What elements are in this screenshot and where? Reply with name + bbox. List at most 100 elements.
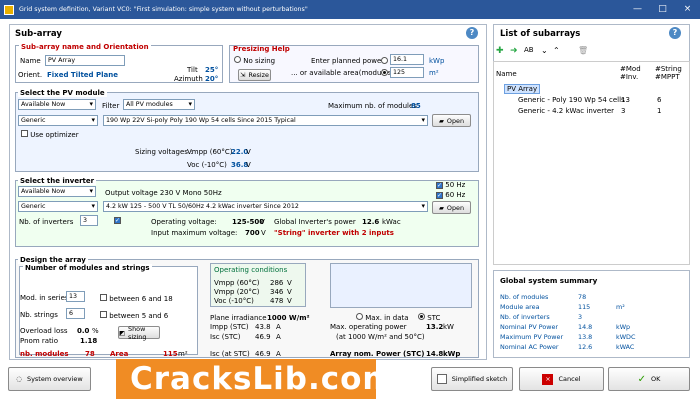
sketch-icon	[436, 374, 447, 384]
inverter-count-checkbox[interactable]: ✓	[114, 217, 121, 224]
presizing-title: Presizing Help	[233, 45, 290, 53]
no-sizing-radio[interactable]: No sizing	[234, 56, 275, 65]
max-data-radio[interactable]: Max. in data	[356, 313, 409, 322]
isc-at-stc-value: 46.9	[255, 350, 271, 358]
inverter-open-button[interactable]: ▰ Open	[432, 201, 471, 214]
list-row-inverter[interactable]: Generic - 4.2 kWac inverter	[518, 107, 614, 115]
vmpp20-value: 346	[270, 288, 284, 296]
sizing-icon: ◩	[119, 328, 126, 337]
list-string-header: #String #MPPT	[655, 65, 682, 81]
list-row-mppt-count: 1	[657, 107, 662, 115]
orient-value: Fixed Tilted Plane	[47, 71, 118, 79]
maximize-button[interactable]: □	[650, 0, 675, 19]
ok-check-icon: ✓	[637, 373, 646, 385]
available-area-radio[interactable]	[381, 69, 388, 76]
operating-power-condition: (at 1000 W/m² and 50°C)	[336, 333, 425, 341]
summary-unit: kWDC	[616, 333, 636, 341]
input-max-voltage-label: Input maximum voltage:	[151, 229, 238, 237]
isc-label: Isc (STC)	[210, 333, 241, 341]
max-operating-power-unit: kW	[443, 323, 454, 331]
available-area-unit: m²	[429, 69, 439, 77]
isc-at-stc-unit: A	[276, 350, 281, 358]
move-down-icon[interactable]: ⌄	[541, 46, 548, 55]
list-row-pv-string-count: 6	[657, 96, 662, 104]
modules-in-series-input[interactable]: 13	[66, 291, 85, 302]
50hz-checkbox[interactable]: ✓ 50 Hz	[436, 181, 465, 189]
resize-button[interactable]: ⇲ Resize	[238, 69, 271, 81]
rename-icon[interactable]: AB	[524, 46, 534, 54]
operating-voltage-unit: V	[260, 218, 265, 226]
impp-value: 43.8	[255, 323, 271, 331]
inverter-available-select[interactable]: Available Now	[18, 186, 96, 197]
strings-input[interactable]: 6	[66, 308, 85, 319]
summary-value: 13.8	[578, 333, 593, 341]
summary-unit	[616, 312, 656, 322]
summary-unit: kWp	[616, 323, 631, 331]
pnom-ratio-value: 1.18	[80, 337, 98, 345]
impp-label: Impp (STC)	[210, 323, 249, 331]
pv-module-title: Select the PV module	[18, 89, 107, 97]
ok-button[interactable]: ✓ OK	[608, 367, 690, 391]
pnom-ratio-label: Pnom ratio	[20, 337, 59, 345]
array-nominal-power-value: 14.8	[426, 350, 444, 358]
stc-radio[interactable]: STC	[418, 313, 440, 322]
use-optimizer-checkbox[interactable]: Use optimizer	[21, 130, 79, 139]
folder-icon: ▰	[439, 203, 444, 212]
summary-unit: kWAC	[616, 343, 635, 351]
window-titlebar: Grid system definition, Variant VC0: "Fi…	[0, 0, 700, 19]
plane-irradiance-value: 1000 W/m²	[267, 314, 310, 322]
planned-power-input[interactable]: 16.1	[390, 54, 424, 65]
move-up-icon[interactable]: ⌃	[553, 46, 560, 55]
list-row-pv-module[interactable]: Generic - Poly 190 Wp 54 cells	[518, 96, 625, 104]
max-modules-label: Maximum nb. of modules	[328, 102, 417, 110]
summary-label: Module area	[500, 303, 540, 311]
summary-row: Nominal AC Power 12.6 kWAC	[500, 342, 685, 352]
inverter-count-input[interactable]: 3	[80, 215, 98, 226]
output-voltage-label: Output voltage 230 V Mono 50Hz	[105, 189, 222, 197]
list-mod-header: #Mod #Inv.	[620, 65, 641, 81]
window-title: Grid system definition, Variant VC0: "Fi…	[19, 6, 308, 13]
simplified-sketch-button[interactable]: Simplified sketch	[431, 367, 513, 391]
pv-module-select[interactable]: 190 Wp 22V Si-poly Poly 190 Wp 54 cells …	[103, 115, 428, 126]
name-input[interactable]: PV Array	[45, 55, 125, 66]
planned-power-radio[interactable]	[381, 57, 388, 64]
summary-label: Nb. of modules	[500, 293, 549, 301]
pv-filter-select[interactable]: All PV modules	[123, 99, 195, 110]
list-root-item[interactable]: PV Array	[504, 84, 541, 94]
delete-icon[interactable]: 🗑	[578, 46, 588, 55]
array-area-value: 115	[163, 350, 178, 358]
available-area-label: ... or available area(modules)	[291, 69, 395, 77]
array-area-label: Area	[110, 350, 129, 358]
show-sizing-button[interactable]: ◩ Show sizing	[118, 325, 160, 341]
inverter-model-select[interactable]: 4.2 kW 125 - 500 V TL 50/60Hz 4.2 kWac i…	[103, 201, 428, 212]
inverter-title: Select the inverter	[18, 177, 97, 185]
pv-maker-select[interactable]: Generic	[18, 115, 98, 126]
design-array-title: Design the array	[18, 256, 88, 264]
60hz-checkbox[interactable]: ✓ 60 Hz	[436, 191, 465, 199]
input-max-voltage-value: 700	[245, 229, 260, 237]
minimize-button[interactable]: —	[625, 0, 650, 19]
add-subarray-icon[interactable]: ✚	[496, 46, 504, 56]
string-inverter-note: "String" inverter with 2 inputs	[274, 229, 394, 237]
array-area-unit: m²	[178, 350, 188, 358]
copy-subarray-icon[interactable]: ➜	[510, 46, 518, 56]
voc10-unit: V	[287, 297, 292, 305]
system-overview-button[interactable]: ◌ System overview	[8, 367, 91, 391]
cancel-button[interactable]: × Cancel	[519, 367, 604, 391]
azimuth-value: 20°	[205, 75, 219, 83]
list-row-pv-mod-count: 13	[621, 96, 630, 104]
close-window-button[interactable]: ×	[675, 0, 700, 19]
pv-open-button[interactable]: ▰ Open	[432, 114, 471, 127]
help-icon[interactable]: ?	[466, 27, 478, 39]
list-name-header: Name	[496, 70, 517, 78]
list-help-icon[interactable]: ?	[669, 27, 681, 39]
pv-available-select[interactable]: Available Now	[18, 99, 96, 110]
available-area-input[interactable]: 125	[390, 67, 424, 78]
between-strings-checkbox[interactable]: between 5 and 6	[100, 311, 168, 320]
summary-unit	[616, 292, 656, 302]
summary-row: Nominal PV Power 14.8 kWp	[500, 322, 685, 332]
summary-table: Nb. of modules 78 Module area 115 m² Nb. of i…	[500, 292, 685, 352]
inverter-maker-select[interactable]: Generic	[18, 201, 98, 212]
operating-conditions-title: Operating conditions	[214, 266, 288, 274]
between-series-checkbox[interactable]: between 6 and 18	[100, 294, 173, 303]
